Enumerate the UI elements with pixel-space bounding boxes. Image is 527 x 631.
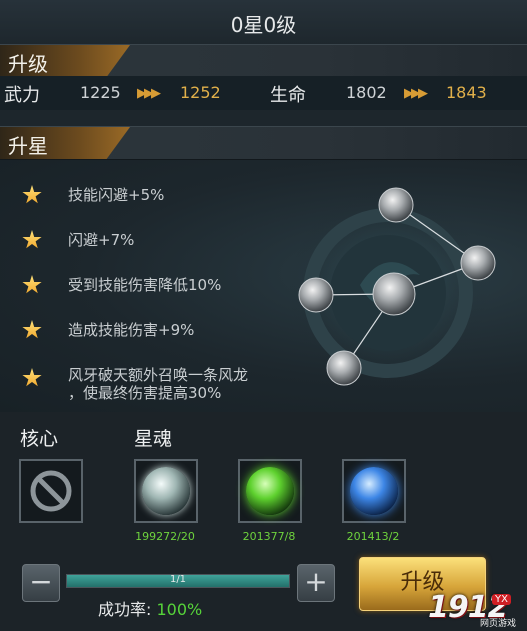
star-section-header: 升星 — [0, 126, 527, 160]
green-soul-orb-icon — [246, 467, 294, 515]
blue-soul-orb-icon — [350, 467, 398, 515]
star-soul-slot[interactable] — [238, 459, 302, 523]
constellation-diagram — [288, 187, 496, 390]
increase-button[interactable]: + — [297, 564, 335, 602]
white-soul-orb-icon — [142, 467, 190, 515]
upgrade-section-label: 升级 — [8, 52, 48, 76]
progress-bar: 1/1 — [66, 574, 290, 588]
success-rate-label: 成功率: — [98, 600, 152, 619]
star-node[interactable] — [326, 350, 362, 386]
stat-attack-current: 1225 — [80, 83, 121, 102]
star-node[interactable] — [372, 272, 416, 316]
success-rate-value: 100% — [156, 600, 203, 619]
progress-text: 1/1 — [169, 574, 187, 585]
empty-slot-icon — [30, 470, 72, 512]
star-soul-slot[interactable] — [134, 459, 198, 523]
star-soul-label: 星魂 — [134, 428, 173, 450]
top-bar: 0星0级 — [0, 0, 527, 44]
core-slot[interactable] — [19, 459, 83, 523]
stats-row: 武力 1225 ▶▶▶ 1252 生命 1802 ▶▶▶ 1843 — [0, 76, 527, 110]
star-section-label: 升星 — [8, 134, 48, 158]
arrow-right-icon: ▶▶▶ — [404, 86, 428, 101]
decrease-button[interactable]: − — [22, 564, 60, 602]
star-soul-count: 201377/8 — [242, 530, 296, 543]
success-rate: 成功率: 100% — [98, 596, 202, 620]
stat-name-hp: 生命 — [270, 85, 306, 106]
stat-attack-next: 1252 — [180, 83, 221, 102]
star-node[interactable] — [298, 277, 334, 313]
upgrade-section-header: 升级 — [0, 44, 527, 78]
star-soul-slot[interactable] — [342, 459, 406, 523]
star-soul-count: 199272/20 — [135, 530, 195, 543]
stat-hp-current: 1802 — [346, 83, 387, 102]
arrow-right-icon: ▶▶▶ — [137, 86, 161, 101]
star-node[interactable] — [460, 245, 496, 281]
watermark-logo: 1912 YX 网页游戏 — [428, 590, 517, 629]
stat-hp-next: 1843 — [446, 83, 487, 102]
core-label: 核心 — [20, 428, 59, 450]
star-node[interactable] — [378, 187, 414, 223]
star-soul-count: 201413/2 — [346, 530, 400, 543]
star-level-title: 0星0级 — [230, 13, 297, 37]
stat-name-attack: 武力 — [4, 85, 40, 106]
